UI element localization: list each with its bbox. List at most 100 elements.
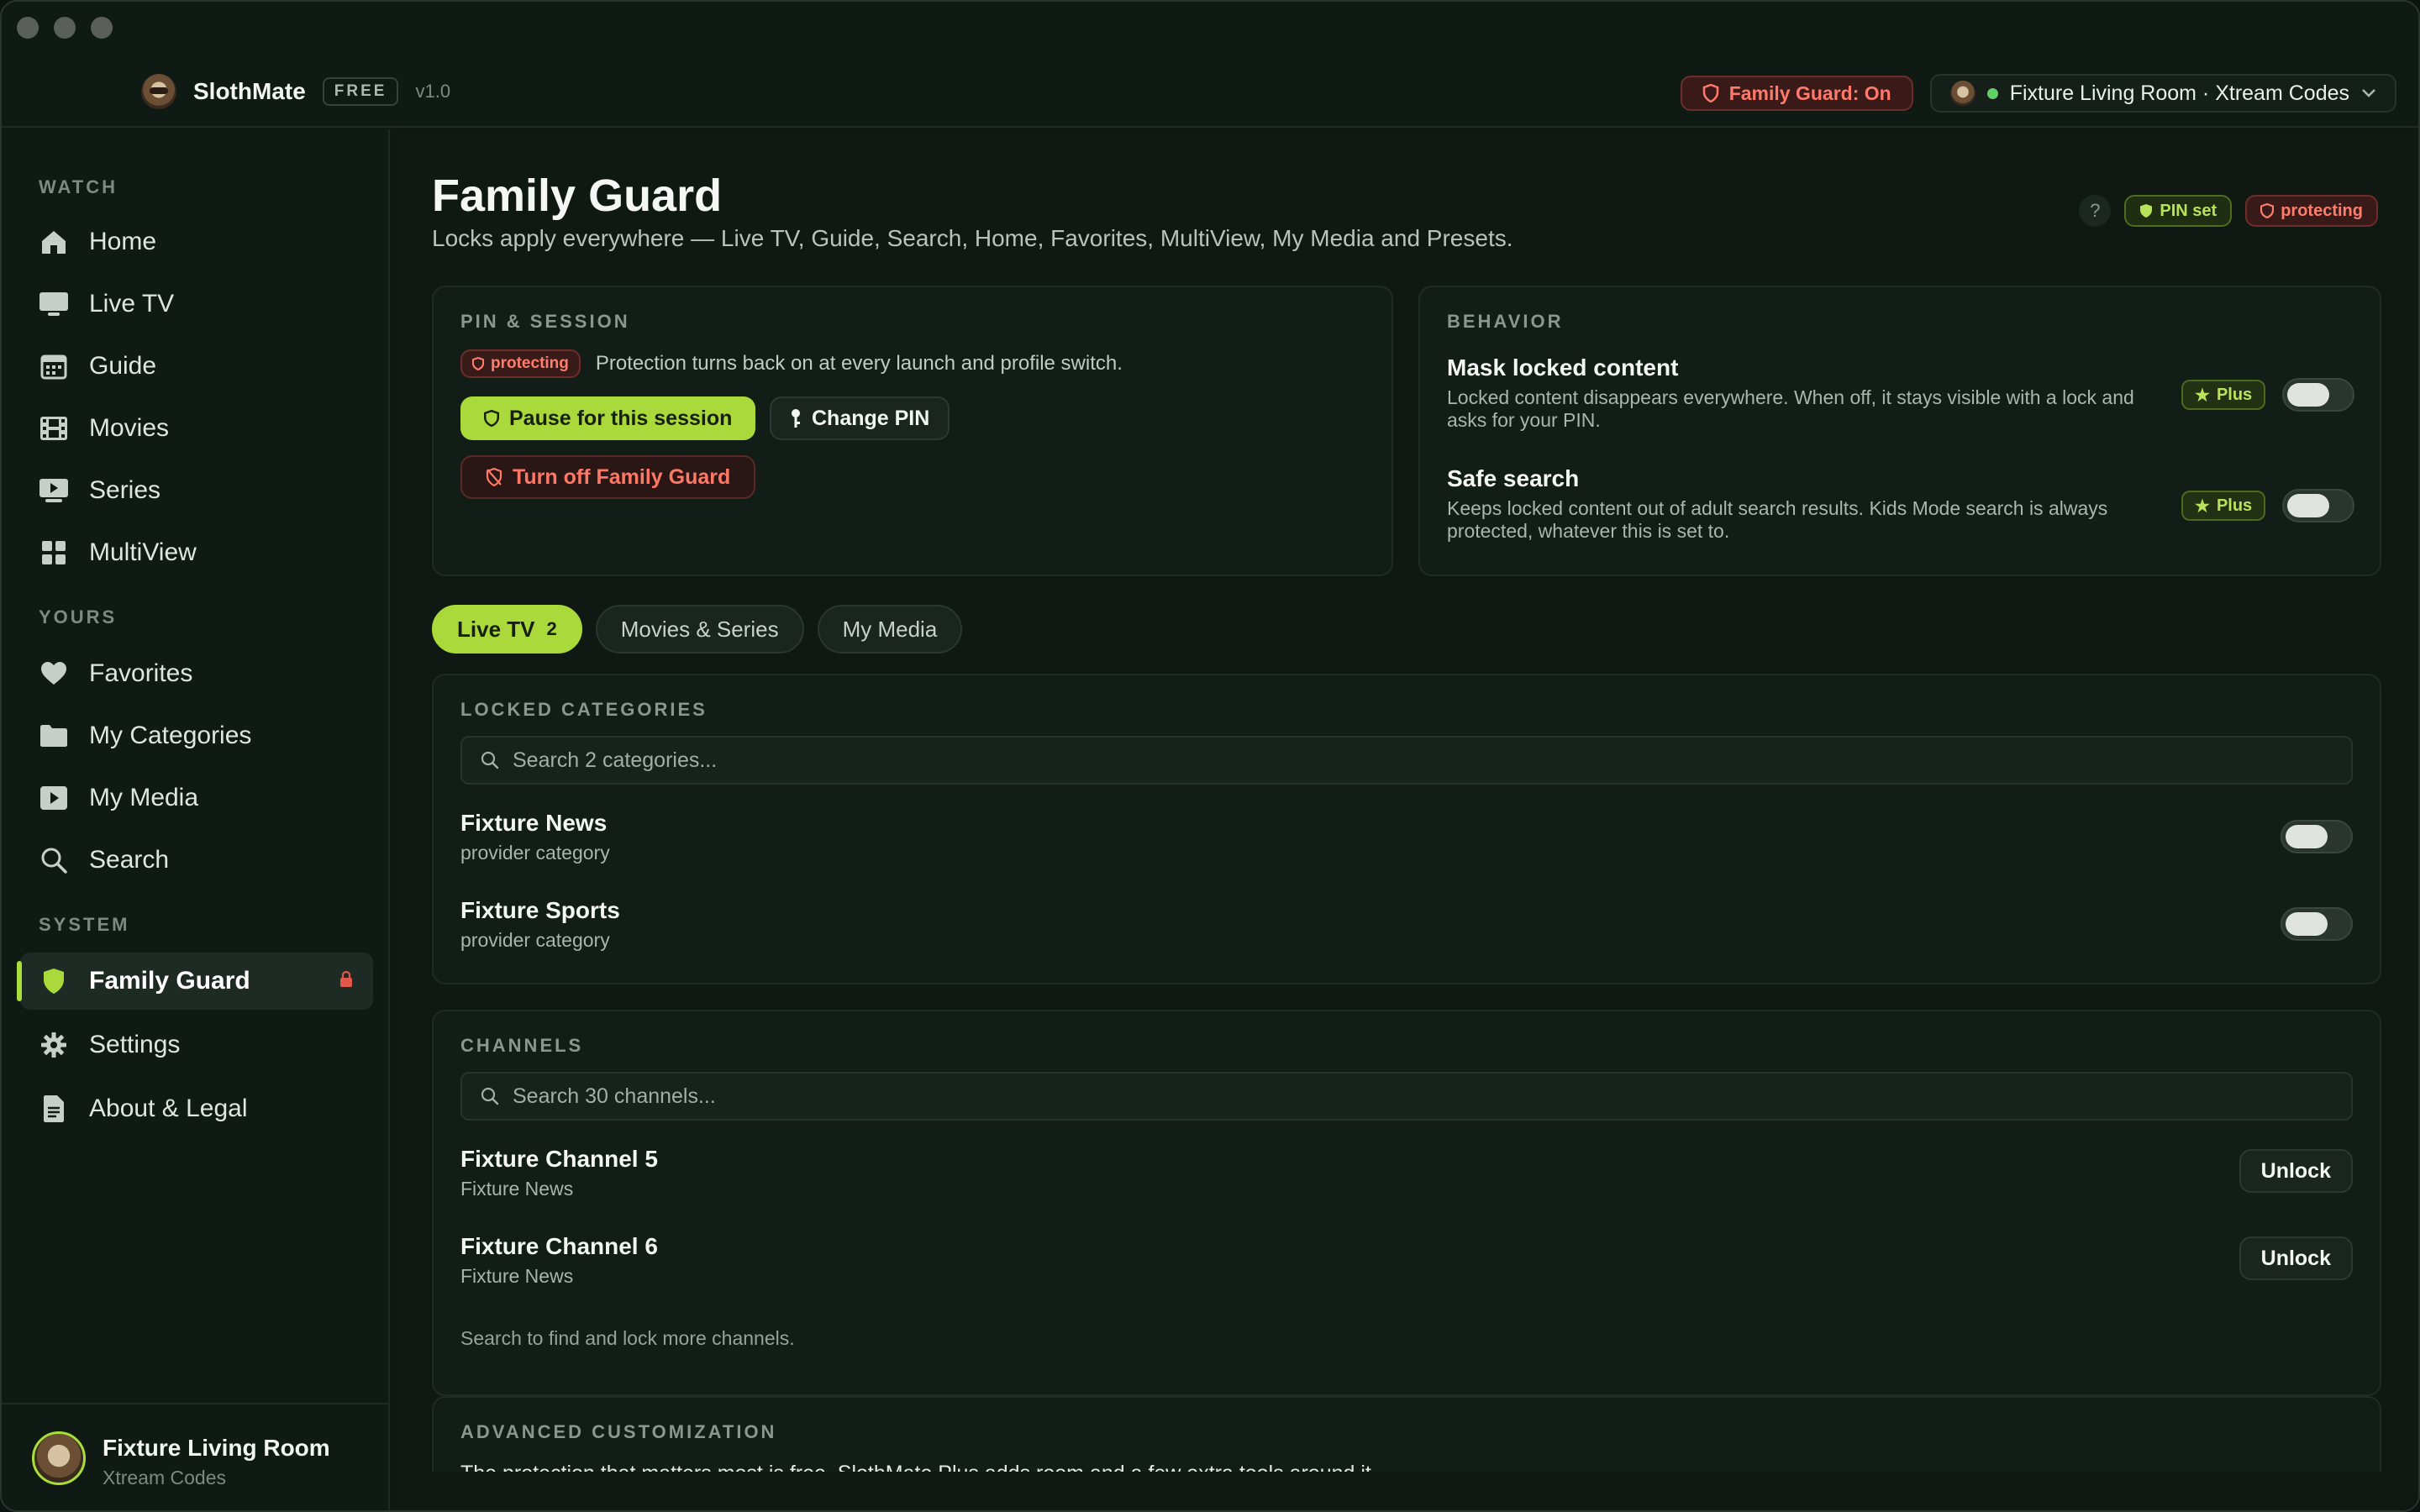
grid-icon — [39, 538, 69, 568]
zoom-window-button[interactable] — [91, 17, 113, 39]
tab-movies-series[interactable]: Movies & Series — [595, 605, 804, 654]
family-guard-status-label: Family Guard: On — [1728, 81, 1891, 104]
advanced-title: ADVANCED CUSTOMIZATION — [460, 1421, 777, 1442]
behavior-card: BEHAVIOR Mask locked content Locked cont… — [1418, 286, 2381, 576]
sidebar-item-settings[interactable]: Settings — [20, 1016, 373, 1074]
sloth-logo-icon — [141, 74, 176, 109]
family-guard-status-pill[interactable]: Family Guard: On — [1680, 76, 1913, 111]
sidebar-item-label: Search — [89, 846, 170, 874]
header-badges: ? PIN set protecting — [2079, 195, 2378, 227]
calendar-icon — [39, 351, 69, 381]
pause-session-button[interactable]: Pause for this session — [460, 396, 756, 440]
unlock-button[interactable]: Unlock — [2238, 1149, 2353, 1193]
minimize-window-button[interactable] — [54, 17, 76, 39]
sidebar-item-movies[interactable]: Movies — [20, 400, 373, 457]
title-bar: SlothMate FREE v1.0 Family Guard: On Fix… — [2, 2, 2418, 128]
key-icon — [792, 409, 800, 428]
play-icon — [39, 783, 69, 813]
shield-icon — [2140, 204, 2153, 218]
tv-icon — [39, 289, 69, 319]
category-name: Fixture Sports — [460, 897, 620, 923]
sidebar-item-label: Family Guard — [89, 967, 250, 995]
sidebar-item-label: Movies — [89, 414, 170, 442]
sidebar-item-search[interactable]: Search — [20, 832, 373, 889]
channel-search-field[interactable] — [460, 1072, 2353, 1121]
brand: SlothMate FREE v1.0 — [141, 74, 450, 109]
sidebar-item-label: Guide — [89, 352, 157, 380]
page-subtitle: Locks apply everywhere — Live TV, Guide,… — [432, 225, 1513, 251]
safe-search-setting: Safe search Keeps locked content out of … — [1447, 465, 2136, 543]
profile-avatar — [32, 1431, 86, 1485]
category-search-field[interactable] — [460, 736, 2353, 785]
protecting-badge: protecting — [2245, 195, 2378, 227]
channel-name: Fixture Channel 6 — [460, 1233, 658, 1259]
list-item: Fixture Channel 6 Fixture News Unlock — [460, 1233, 2353, 1300]
heart-icon — [39, 659, 69, 689]
main-content: Family Guard Locks apply everywhere — Li… — [392, 129, 2418, 1510]
home-icon — [39, 227, 69, 257]
plus-badge: ★ Plus — [2181, 491, 2266, 521]
unlock-button[interactable]: Unlock — [2238, 1236, 2353, 1280]
list-item: Fixture Channel 5 Fixture News Unlock — [460, 1146, 2353, 1213]
star-icon: ★ — [2195, 386, 2210, 405]
sidebar-item-live-tv[interactable]: Live TV — [20, 276, 373, 333]
safe-search-toggle[interactable] — [2282, 489, 2354, 522]
protection-status-row: protecting Protection turns back on at e… — [460, 349, 1123, 378]
sidebar-item-my-media[interactable]: My Media — [20, 769, 373, 827]
category-type: provider category — [460, 929, 610, 951]
tab-live-tv[interactable]: Live TV 2 — [432, 605, 582, 654]
shield-icon — [1702, 84, 1718, 102]
window-controls — [17, 17, 113, 39]
search-icon — [39, 845, 69, 875]
setting-description: Locked content disappears everywhere. Wh… — [1447, 386, 2134, 431]
sidebar-item-label: Favorites — [89, 659, 193, 687]
setting-description: Keeps locked content out of adult search… — [1447, 497, 2108, 542]
sidebar-item-favorites[interactable]: Favorites — [20, 645, 373, 702]
category-search-input[interactable] — [513, 748, 2196, 773]
channel-category: Fixture News — [460, 1265, 574, 1287]
sidebar-item-label: About & Legal — [89, 1095, 248, 1122]
shield-icon — [472, 357, 484, 370]
shield-off-icon — [486, 468, 502, 486]
sidebar-item-multiview[interactable]: MultiView — [20, 524, 373, 581]
setting-title: Mask locked content — [1447, 354, 1679, 381]
sidebar-item-family-guard[interactable]: Family Guard — [17, 953, 373, 1010]
tab-my-media[interactable]: My Media — [817, 605, 963, 654]
change-pin-button[interactable]: Change PIN — [770, 396, 950, 440]
locked-categories-title: LOCKED CATEGORIES — [460, 699, 708, 720]
sidebar-item-label: MultiView — [89, 538, 197, 566]
sidebar-item-series[interactable]: Series — [20, 462, 373, 519]
pin-session-title: PIN & SESSION — [460, 311, 630, 332]
titlebar-right: Family Guard: On Fixture Living Room · X… — [1680, 74, 2396, 113]
list-item: Fixture Sports provider category — [460, 897, 2353, 964]
turn-off-family-guard-button[interactable]: Turn off Family Guard — [460, 455, 756, 499]
sidebar-item-label: Settings — [89, 1031, 181, 1058]
sidebar-item-home[interactable]: Home — [20, 213, 373, 270]
channel-category: Fixture News — [460, 1178, 574, 1200]
pin-set-badge: PIN set — [2124, 195, 2233, 227]
category-lock-toggle[interactable] — [2281, 907, 2353, 941]
search-icon — [481, 751, 499, 769]
section-system-title: SYSTEM — [39, 914, 130, 935]
mask-locked-content-setting: Mask locked content Locked content disap… — [1447, 354, 2136, 432]
sidebar-item-label: Home — [89, 228, 157, 255]
sidebar-item-my-categories[interactable]: My Categories — [20, 707, 373, 764]
mask-locked-content-toggle[interactable] — [2282, 378, 2354, 412]
channel-search-input[interactable] — [513, 1084, 2196, 1109]
setting-title: Safe search — [1447, 465, 1580, 491]
section-yours-title: YOURS — [39, 606, 118, 627]
sidebar-item-guide[interactable]: Guide — [20, 338, 373, 395]
play-screen-icon — [39, 475, 69, 506]
sidebar-profile-footer[interactable]: Fixture Living Room Xtream Codes — [2, 1403, 388, 1510]
category-lock-toggle[interactable] — [2281, 820, 2353, 853]
close-window-button[interactable] — [17, 17, 39, 39]
profile-selector-label: Fixture Living Room · Xtream Codes — [2009, 81, 2349, 105]
sidebar-item-label: Live TV — [89, 290, 175, 318]
help-button[interactable]: ? — [2079, 195, 2112, 227]
sidebar-item-label: My Categories — [89, 722, 252, 749]
lock-icon — [339, 970, 353, 992]
category-type: provider category — [460, 842, 610, 864]
locked-categories-card: LOCKED CATEGORIES Fixture News provider … — [432, 674, 2381, 984]
profile-selector[interactable]: Fixture Living Room · Xtream Codes — [1929, 74, 2396, 113]
sidebar-item-about-legal[interactable]: About & Legal — [20, 1080, 373, 1137]
